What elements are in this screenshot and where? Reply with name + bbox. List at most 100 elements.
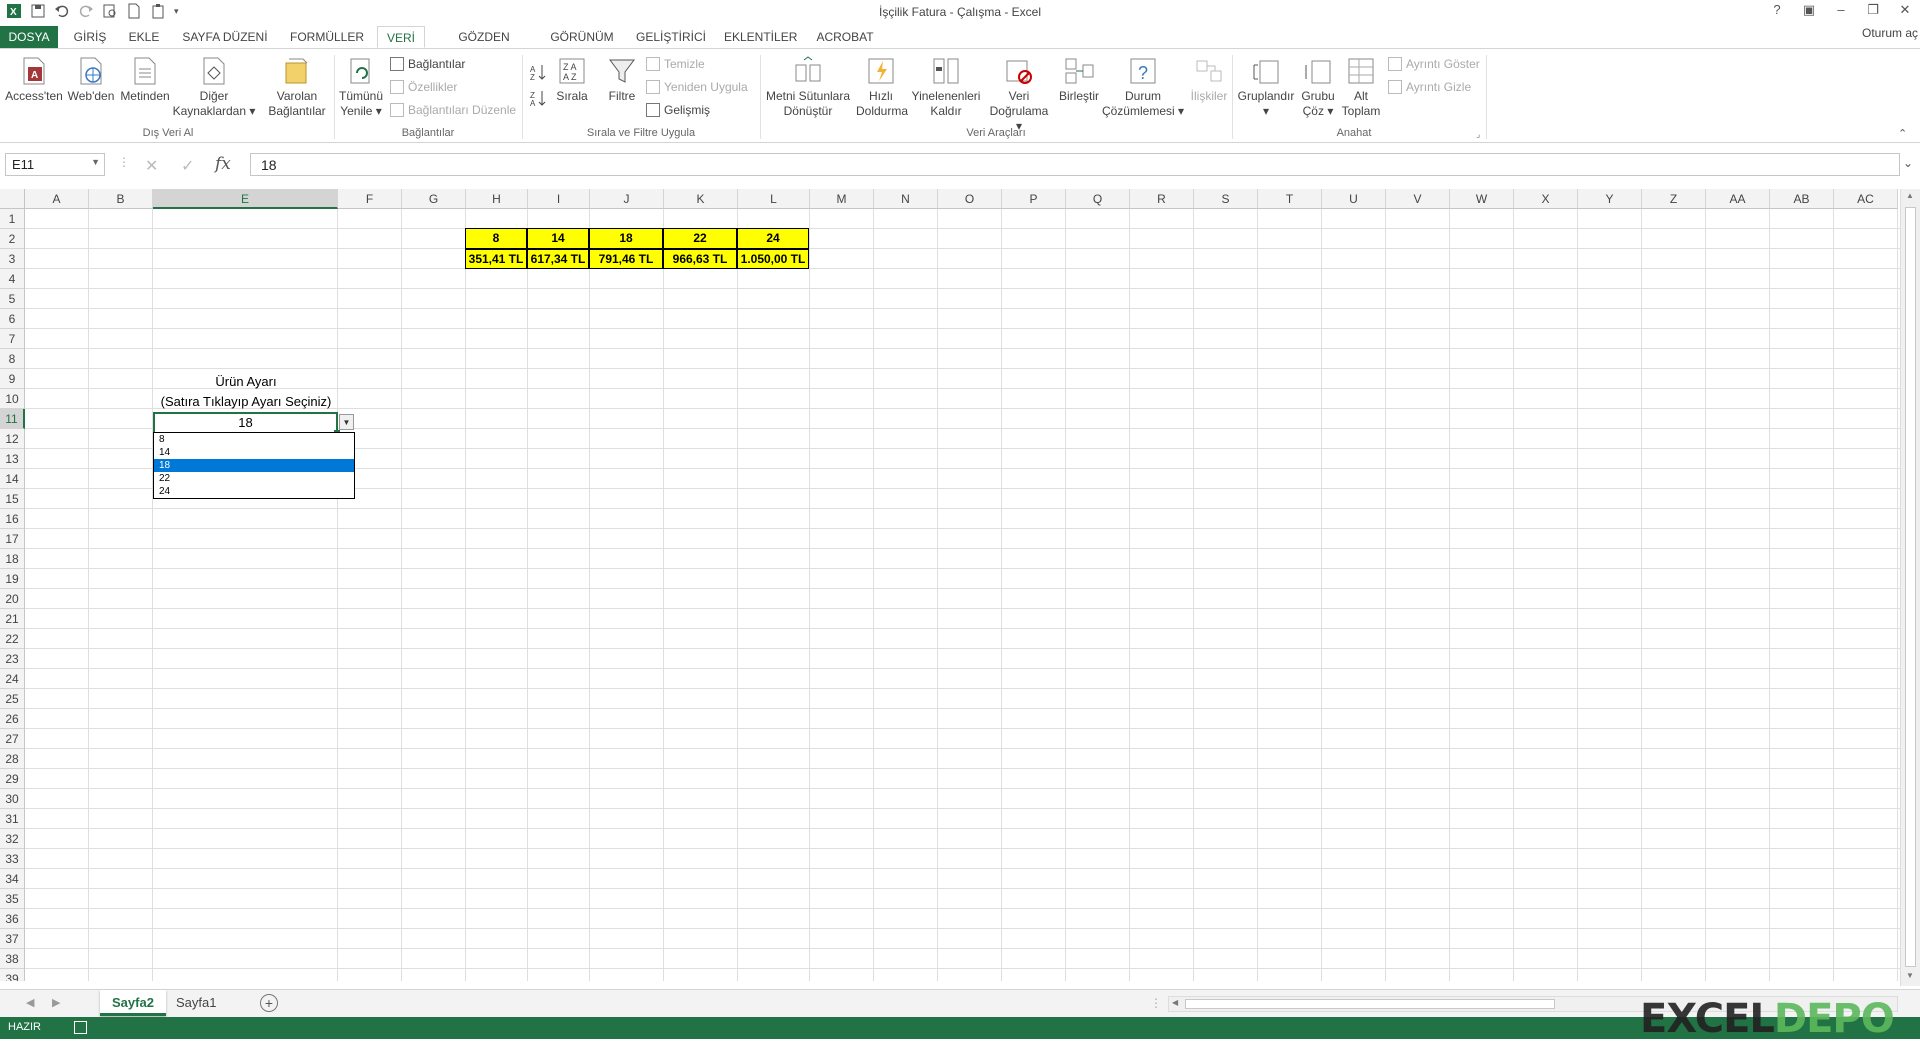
table-header-cell[interactable]: 22 — [663, 228, 737, 249]
restore-icon[interactable]: ❐ — [1864, 2, 1882, 18]
row-header-11[interactable]: 11 — [0, 409, 25, 429]
row-header-18[interactable]: 18 — [0, 549, 25, 569]
tab-formulas[interactable]: FORMÜLLER — [290, 26, 364, 48]
row-header-5[interactable]: 5 — [0, 289, 25, 309]
row-header-6[interactable]: 6 — [0, 309, 25, 329]
row-header-26[interactable]: 26 — [0, 709, 25, 729]
table-header-cell[interactable]: 18 — [589, 228, 663, 249]
table-header-cell[interactable]: 14 — [527, 228, 589, 249]
sheet-tab-sayfa1[interactable]: Sayfa1 — [164, 990, 228, 1016]
column-header-aa[interactable]: AA — [1706, 189, 1770, 209]
row-header-28[interactable]: 28 — [0, 749, 25, 769]
cancel-icon[interactable]: ✕ — [145, 156, 158, 176]
scroll-left-icon[interactable]: ◀ — [1172, 998, 1178, 1007]
row-header-29[interactable]: 29 — [0, 769, 25, 789]
column-header-ac[interactable]: AC — [1834, 189, 1898, 209]
column-header-s[interactable]: S — [1194, 189, 1258, 209]
vertical-scroll-thumb[interactable] — [1905, 207, 1916, 967]
table-value-cell[interactable]: 966,63 TL — [663, 249, 737, 269]
row-header-9[interactable]: 9 — [0, 369, 25, 389]
column-header-j[interactable]: J — [590, 189, 664, 209]
collapse-ribbon-icon[interactable]: ⌃ — [1898, 127, 1907, 140]
dropdown-option[interactable]: 24 — [154, 485, 354, 498]
column-header-z[interactable]: Z — [1642, 189, 1706, 209]
help-icon[interactable]: ? — [1768, 2, 1786, 18]
dropdown-option[interactable]: 14 — [154, 446, 354, 459]
row-header-25[interactable]: 25 — [0, 689, 25, 709]
table-value-cell[interactable]: 791,46 TL — [589, 249, 663, 269]
row-header-34[interactable]: 34 — [0, 869, 25, 889]
column-header-q[interactable]: Q — [1066, 189, 1130, 209]
tab-split-grip-icon[interactable]: ⋮ — [1150, 996, 1162, 1010]
validation-dropdown-button[interactable]: ▼ — [339, 414, 354, 430]
row-header-15[interactable]: 15 — [0, 489, 25, 509]
column-header-b[interactable]: B — [89, 189, 153, 209]
tab-home[interactable]: GİRİŞ — [70, 26, 110, 48]
from-web-button[interactable]: Web'den — [64, 55, 118, 104]
column-header-v[interactable]: V — [1386, 189, 1450, 209]
row-header-32[interactable]: 32 — [0, 829, 25, 849]
minimize-icon[interactable]: – — [1832, 2, 1850, 18]
consolidate-button[interactable]: Birleştir — [1054, 55, 1104, 104]
edit-links-button[interactable]: Bağlantıları Düzenle — [390, 101, 516, 119]
row-header-33[interactable]: 33 — [0, 849, 25, 869]
row-header-13[interactable]: 13 — [0, 449, 25, 469]
advanced-filter-button[interactable]: Gelişmiş — [646, 101, 710, 119]
row-header-12[interactable]: 12 — [0, 429, 25, 449]
other-sources-button[interactable]: Diğer Kaynaklardan ▾ — [172, 55, 256, 119]
row-header-8[interactable]: 8 — [0, 349, 25, 369]
column-header-a[interactable]: A — [25, 189, 89, 209]
sort-az-icon[interactable]: AZ — [530, 63, 548, 81]
sign-in-link[interactable]: Oturum aç — [1862, 26, 1918, 40]
tab-page-layout[interactable]: SAYFA DÜZENİ — [180, 26, 270, 48]
column-header-m[interactable]: M — [810, 189, 874, 209]
scroll-down-icon[interactable]: ▼ — [1906, 971, 1914, 980]
macro-record-icon[interactable] — [74, 1021, 87, 1034]
table-value-cell[interactable]: 1.050,00 TL — [737, 249, 809, 269]
row-header-20[interactable]: 20 — [0, 589, 25, 609]
column-header-r[interactable]: R — [1130, 189, 1194, 209]
column-header-w[interactable]: W — [1450, 189, 1514, 209]
sheet-tab-sayfa2[interactable]: Sayfa2 — [100, 990, 166, 1016]
subtotal-button[interactable]: Alt Toplam — [1340, 55, 1382, 119]
row-header-19[interactable]: 19 — [0, 569, 25, 589]
connections-button[interactable]: Bağlantılar — [390, 55, 465, 73]
column-header-g[interactable]: G — [402, 189, 466, 209]
relationships-button[interactable]: İlişkiler — [1186, 55, 1232, 104]
worksheet-grid[interactable]: A B E F G H I J K L M N O P Q R S T U V W X Y Z AA AB AC 123456789… — [0, 189, 1920, 981]
sheet-nav-left-icon[interactable]: ◀ — [26, 996, 34, 1009]
properties-button[interactable]: Özellikler — [390, 78, 457, 96]
sort-button[interactable]: Z AA Z Sırala — [552, 55, 592, 104]
table-value-cell[interactable]: 351,41 TL — [465, 249, 527, 269]
row-header-37[interactable]: 37 — [0, 929, 25, 949]
column-header-y[interactable]: Y — [1578, 189, 1642, 209]
row-header-24[interactable]: 24 — [0, 669, 25, 689]
row-header-21[interactable]: 21 — [0, 609, 25, 629]
row-header-22[interactable]: 22 — [0, 629, 25, 649]
clear-filter-button[interactable]: Temizle — [646, 55, 705, 73]
refresh-all-button[interactable]: Tümünü Yenile ▾ — [336, 55, 386, 119]
existing-connections-button[interactable]: Varolan Bağlantılar — [262, 55, 332, 119]
row-header-17[interactable]: 17 — [0, 529, 25, 549]
sort-za-icon[interactable]: ZA — [530, 89, 548, 107]
tab-addins[interactable]: EKLENTİLER — [724, 26, 797, 48]
ribbon-display-icon[interactable]: ▣ — [1800, 2, 1818, 18]
row-header-31[interactable]: 31 — [0, 809, 25, 829]
row-header-27[interactable]: 27 — [0, 729, 25, 749]
column-header-h[interactable]: H — [466, 189, 528, 209]
column-header-t[interactable]: T — [1258, 189, 1322, 209]
from-text-button[interactable]: Metinden — [118, 55, 172, 104]
row-header-35[interactable]: 35 — [0, 889, 25, 909]
column-header-i[interactable]: I — [528, 189, 590, 209]
column-header-e[interactable]: E — [153, 189, 338, 209]
name-box[interactable]: E11 ▼ — [5, 153, 105, 176]
row-header-30[interactable]: 30 — [0, 789, 25, 809]
vertical-scrollbar[interactable]: ▲ ▼ — [1900, 189, 1920, 986]
row-header-16[interactable]: 16 — [0, 509, 25, 529]
tab-data[interactable]: VERİ — [377, 26, 425, 48]
group-button[interactable]: Gruplandır ▾ — [1236, 55, 1296, 119]
select-all-corner[interactable] — [0, 189, 25, 209]
enter-icon[interactable]: ✓ — [181, 156, 194, 176]
column-header-o[interactable]: O — [938, 189, 1002, 209]
add-sheet-button[interactable]: + — [260, 994, 278, 1012]
